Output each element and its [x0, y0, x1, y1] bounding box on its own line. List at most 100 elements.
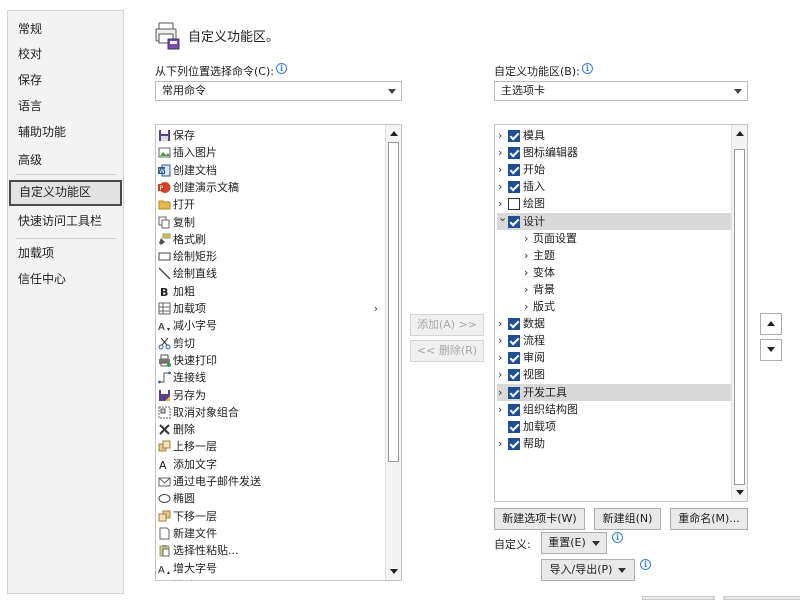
command-item[interactable]: 打开: [158, 196, 386, 213]
command-item[interactable]: A 减小字号: [158, 317, 386, 334]
choose-commands-label: 从下列位置选择命令(C): i: [155, 63, 287, 79]
command-item[interactable]: 新建文件: [158, 525, 386, 542]
command-item[interactable]: 通过电子邮件发送: [158, 473, 386, 490]
commands-scrollbar[interactable]: [385, 125, 401, 580]
remove-button[interactable]: << 删除(R): [410, 340, 484, 362]
ribbon-tab-item[interactable]: › 开发工具: [497, 383, 732, 401]
nav-item-customize-ribbon[interactable]: 自定义功能区: [9, 180, 122, 206]
command-item[interactable]: 格式刷: [158, 231, 386, 248]
command-item[interactable]: 连接线: [158, 369, 386, 386]
chevron-right-icon[interactable]: ›: [498, 435, 508, 452]
chevron-right-icon[interactable]: ›: [498, 332, 508, 349]
info-icon[interactable]: i: [612, 532, 623, 543]
commands-list[interactable]: 保存 插入图片 W 创建文档 P 创建演示文稿 打开 复制 格式刷 绘制矩形 绘制直线 B 加粗 加载项 ›…: [155, 124, 402, 581]
tab-checkbox[interactable]: [508, 318, 520, 331]
command-item[interactable]: 另存为: [158, 387, 386, 404]
scroll-up-button[interactable]: [387, 126, 401, 141]
tab-checkbox[interactable]: [508, 369, 520, 382]
command-item[interactable]: 删除: [158, 421, 386, 438]
tree-scrollbar[interactable]: [731, 125, 747, 501]
chevron-down-icon[interactable]: ⌄: [498, 209, 508, 226]
chevron-right-icon[interactable]: ›: [498, 144, 508, 161]
nav-item-language[interactable]: 语言: [8, 94, 123, 118]
info-icon[interactable]: i: [275, 63, 287, 74]
chevron-right-icon[interactable]: ›: [498, 366, 508, 383]
command-item[interactable]: 绘制矩形: [158, 248, 386, 265]
tab-checkbox[interactable]: [508, 437, 520, 450]
tab-checkbox[interactable]: [508, 352, 520, 365]
new-group-button[interactable]: 新建组(N): [594, 508, 661, 530]
nav-item-trust-center[interactable]: 信任中心: [8, 267, 123, 291]
tab-checkbox[interactable]: [508, 164, 520, 177]
tab-checkbox[interactable]: [508, 198, 520, 211]
chevron-right-icon[interactable]: ›: [498, 127, 508, 144]
nav-item-advanced[interactable]: 高级: [8, 148, 123, 172]
command-item[interactable]: W 创建文档: [158, 162, 386, 179]
nav-item-addins[interactable]: 加载项: [8, 241, 123, 265]
tab-checkbox[interactable]: [508, 403, 520, 416]
chevron-right-icon[interactable]: ›: [498, 161, 508, 178]
command-item[interactable]: 下移一层: [158, 508, 386, 525]
command-item[interactable]: 选择性粘贴...: [158, 542, 386, 559]
scroll-down-button[interactable]: [387, 564, 401, 579]
nav-item-save[interactable]: 保存: [8, 68, 123, 92]
tab-checkbox[interactable]: [508, 181, 520, 194]
info-icon[interactable]: i: [581, 63, 593, 74]
command-item[interactable]: 加载项 ›: [158, 300, 386, 317]
nav-item-proofing[interactable]: 校对: [8, 42, 123, 66]
reset-button[interactable]: 重置(E): [541, 532, 607, 554]
tree-item-label: 图标编辑器: [523, 146, 578, 160]
scroll-down-button[interactable]: [733, 485, 747, 500]
tree-item-label: 开发工具: [523, 385, 567, 399]
command-item[interactable]: 复制: [158, 214, 386, 231]
tab-checkbox[interactable]: [508, 147, 520, 160]
command-item[interactable]: 插入图片: [158, 144, 386, 161]
chevron-right-icon[interactable]: ›: [498, 401, 508, 418]
command-item[interactable]: 粘贴: [158, 577, 386, 580]
command-item[interactable]: 保存: [158, 127, 386, 144]
info-icon[interactable]: i: [640, 559, 651, 570]
tab-checkbox[interactable]: [508, 386, 520, 399]
command-item[interactable]: B 加粗: [158, 283, 386, 300]
tab-checkbox[interactable]: [508, 420, 520, 433]
ribbon-tab-item[interactable]: ⌄ 设计: [497, 211, 732, 230]
command-item[interactable]: 取消对象组合: [158, 404, 386, 421]
command-item[interactable]: 椭圆: [158, 490, 386, 507]
scrollbar-thumb[interactable]: [388, 142, 399, 462]
tab-checkbox[interactable]: [508, 335, 520, 348]
ungroup-icon: [158, 406, 171, 419]
line-icon: [158, 267, 171, 280]
nav-item-accessibility[interactable]: 辅助功能: [8, 120, 123, 144]
chevron-right-icon[interactable]: ›: [498, 178, 508, 195]
command-item[interactable]: A 增大字号: [158, 560, 386, 577]
command-item[interactable]: 快速打印: [158, 352, 386, 369]
customize-ribbon-dropdown[interactable]: 主选项卡: [494, 81, 748, 101]
command-item[interactable]: 剪切: [158, 335, 386, 352]
scrollbar-thumb[interactable]: [734, 149, 745, 485]
tab-checkbox[interactable]: [508, 130, 520, 142]
scroll-up-button[interactable]: [733, 126, 747, 141]
chevron-right-icon[interactable]: ›: [498, 349, 508, 366]
customize-ribbon-icon: [155, 22, 180, 50]
chevron-right-icon[interactable]: ›: [498, 384, 508, 401]
chevron-right-icon[interactable]: ›: [498, 315, 508, 332]
nav-item-general[interactable]: 常规: [8, 17, 123, 41]
command-item[interactable]: A 添加文字: [158, 456, 386, 473]
command-item[interactable]: P 创建演示文稿: [158, 179, 386, 196]
command-label: 创建演示文稿: [173, 180, 239, 194]
move-down-button[interactable]: [760, 339, 782, 361]
command-label: 选择性粘贴...: [173, 544, 239, 558]
add-button[interactable]: 添加(A) >>: [410, 314, 484, 336]
email-icon: [158, 477, 171, 487]
command-item[interactable]: 绘制直线: [158, 265, 386, 282]
choose-commands-dropdown[interactable]: 常用命令: [155, 81, 402, 101]
ribbon-tabs-tree[interactable]: › 模具 › 图标编辑器 › 开始 › 插入 › 绘图 ⌄ 设计 › 页面设置 › 主题 › 变体 › 背景 › 版式 › 数…: [494, 124, 748, 502]
import-export-button[interactable]: 导入/导出(P): [541, 559, 635, 581]
rename-button[interactable]: 重命名(M)...: [670, 508, 748, 530]
command-item[interactable]: 上移一层: [158, 438, 386, 455]
tab-checkbox[interactable]: [508, 215, 520, 228]
nav-item-quick-access-toolbar[interactable]: 快速访问工具栏: [8, 209, 123, 233]
bold-icon: B: [160, 286, 168, 298]
new-tab-button[interactable]: 新建选项卡(W): [494, 508, 585, 530]
move-up-button[interactable]: [760, 313, 782, 335]
